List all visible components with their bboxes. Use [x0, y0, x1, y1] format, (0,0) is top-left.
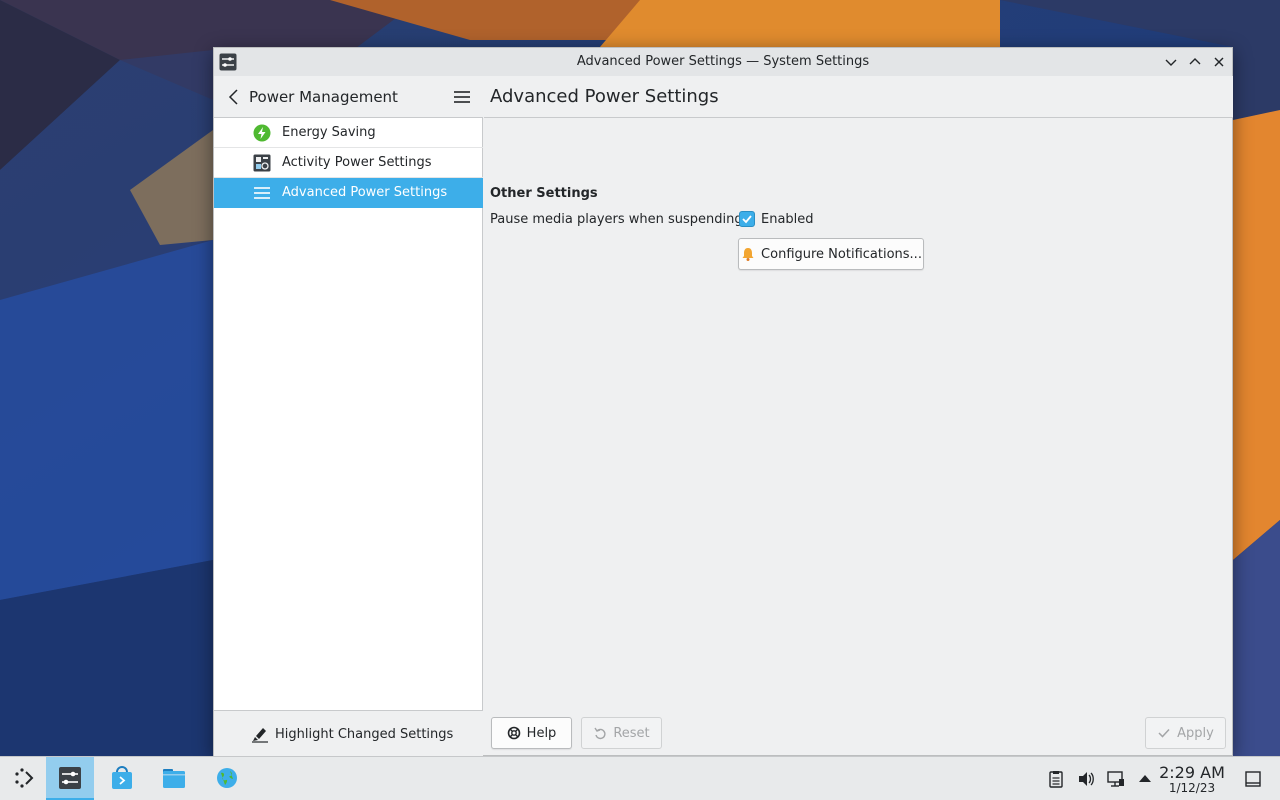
section-title-other-settings: Other Settings	[490, 186, 598, 201]
taskbar-system-settings[interactable]	[46, 757, 94, 800]
sidebar-item-label: Energy Saving	[282, 125, 376, 140]
window-title: Advanced Power Settings — System Setting…	[576, 54, 870, 69]
sidebar-title: Power Management	[249, 88, 398, 106]
bell-icon	[742, 248, 754, 261]
sidebar-item-energy-saving[interactable]: Energy Saving	[214, 118, 483, 148]
kde-launcher-icon	[15, 768, 34, 788]
pause-media-checkbox[interactable]	[739, 211, 755, 227]
hamburger-menu-icon[interactable]	[453, 88, 471, 106]
highlight-changed-settings-button[interactable]: Highlight Changed Settings	[251, 720, 453, 748]
taskbar-discover[interactable]	[98, 757, 146, 800]
list-icon	[254, 187, 270, 199]
configure-notifications-label: Configure Notifications...	[761, 246, 922, 262]
discover-store-icon	[112, 766, 132, 789]
undo-icon	[594, 727, 606, 740]
main-header: Advanced Power Settings	[484, 76, 1233, 118]
clipboard-icon[interactable]	[1047, 770, 1065, 788]
maximize-icon[interactable]	[1187, 54, 1203, 70]
back-arrow-icon[interactable]	[224, 87, 244, 107]
close-icon[interactable]	[1211, 54, 1227, 70]
sidebar-item-label: Activity Power Settings	[282, 155, 432, 170]
apply-button[interactable]: Apply	[1145, 717, 1226, 749]
system-settings-icon	[59, 767, 81, 789]
highlighter-icon	[252, 728, 268, 743]
clock-time[interactable]: 2:29 AM	[1158, 763, 1226, 782]
configure-notifications-button[interactable]: Configure Notifications...	[738, 238, 924, 270]
sidebar-footer: Highlight Changed Settings	[214, 710, 483, 756]
network-wired-icon[interactable]	[1107, 770, 1125, 788]
clock-date[interactable]: 1/12/23	[1158, 781, 1226, 795]
sidebar-item-activity-power-settings[interactable]: Activity Power Settings	[214, 148, 483, 178]
window-titlebar[interactable]: Advanced Power Settings — System Setting…	[214, 48, 1232, 76]
activity-icon	[253, 154, 271, 172]
checkmark-icon	[742, 215, 752, 224]
help-label: Help	[526, 725, 557, 741]
checkmark-icon	[1158, 728, 1170, 738]
application-launcher-button[interactable]	[0, 757, 48, 800]
folder-icon	[163, 769, 185, 788]
page-title: Advanced Power Settings	[490, 86, 719, 107]
volume-icon[interactable]	[1077, 770, 1095, 788]
system-settings-window: Advanced Power Settings — System Setting…	[213, 47, 1233, 756]
pause-media-checkbox-label[interactable]: Enabled	[761, 212, 814, 227]
settings-content: Other Settings Pause media players when …	[484, 119, 1233, 709]
taskbar-dolphin[interactable]	[150, 757, 198, 800]
help-button[interactable]: Help	[491, 717, 572, 749]
sidebar: Power Management Energy Saving Activity …	[214, 76, 483, 756]
sidebar-header: Power Management	[214, 76, 483, 118]
taskbar-browser[interactable]	[203, 757, 251, 800]
energy-saving-icon	[253, 124, 271, 142]
taskbar	[0, 756, 1280, 800]
reset-label: Reset	[613, 725, 650, 741]
pause-media-label: Pause media players when suspending:	[490, 212, 748, 227]
show-desktop-icon[interactable]	[1244, 770, 1262, 788]
help-icon	[507, 726, 520, 740]
minimize-icon[interactable]	[1163, 54, 1179, 70]
apply-label: Apply	[1177, 725, 1214, 741]
chevron-up-icon[interactable]	[1136, 770, 1154, 788]
globe-icon	[217, 768, 237, 788]
sidebar-item-label: Advanced Power Settings	[282, 185, 448, 200]
highlight-changed-settings-label: Highlight Changed Settings	[275, 726, 454, 742]
reset-button[interactable]: Reset	[581, 717, 662, 749]
sidebar-item-advanced-power-settings[interactable]: Advanced Power Settings	[214, 178, 483, 208]
